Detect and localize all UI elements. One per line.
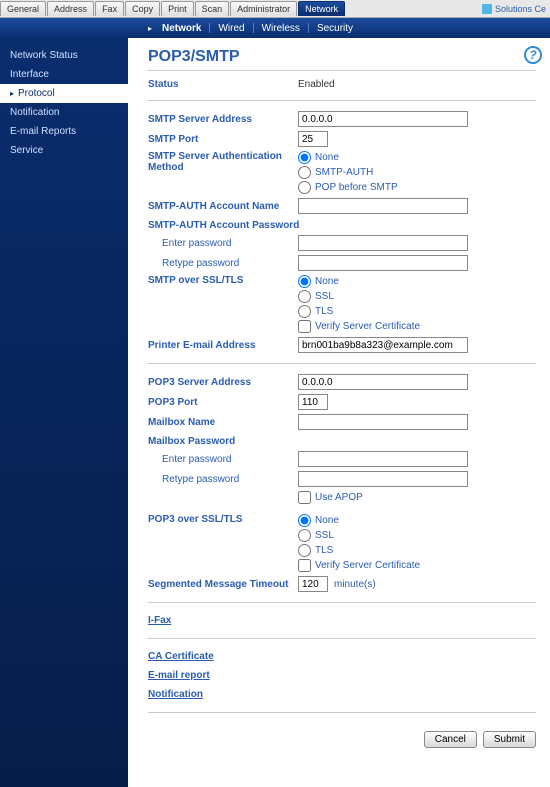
mailbox-label: Mailbox Name bbox=[148, 417, 298, 428]
sub-tab-security[interactable]: Security bbox=[309, 23, 361, 34]
mb-retype-pwd-label: Retype password bbox=[148, 474, 298, 485]
seg-timeout-label: Segmented Message Timeout bbox=[148, 579, 298, 590]
pop3-ssl-tls-radio[interactable]: TLS bbox=[298, 544, 420, 557]
pop3-port-label: POP3 Port bbox=[148, 397, 298, 408]
mb-pwd-input[interactable] bbox=[298, 451, 468, 467]
sidebar-item-service[interactable]: Service bbox=[0, 141, 128, 160]
notification-link[interactable]: Notification bbox=[148, 685, 203, 704]
sidebar-item-interface[interactable]: Interface bbox=[0, 65, 128, 84]
retype-pwd-label: Retype password bbox=[148, 258, 298, 269]
solutions-icon bbox=[482, 4, 492, 14]
top-tab-bar: GeneralAddressFaxCopyPrintScanAdministra… bbox=[0, 0, 550, 18]
printer-email-label: Printer E-mail Address bbox=[148, 340, 298, 351]
pop3-ssl-ssl-radio[interactable]: SSL bbox=[298, 529, 420, 542]
ifax-link[interactable]: I-Fax bbox=[148, 611, 171, 630]
smtp-port-input[interactable] bbox=[298, 131, 328, 147]
sub-tab-wired[interactable]: Wired bbox=[210, 23, 252, 34]
submit-button[interactable]: Submit bbox=[483, 731, 536, 748]
smtp-addr-input[interactable] bbox=[298, 111, 468, 127]
sidebar: Network StatusInterfaceProtocolNotificat… bbox=[0, 38, 128, 787]
page-title: POP3/SMTP bbox=[148, 48, 536, 71]
auth-none-radio[interactable]: None bbox=[298, 151, 398, 164]
smtp-auth-label: SMTP Server Authentication Method bbox=[148, 151, 298, 173]
mb-enter-pwd-label: Enter password bbox=[148, 454, 298, 465]
sub-tab-wireless[interactable]: Wireless bbox=[254, 23, 308, 34]
ca-cert-link[interactable]: CA Certificate bbox=[148, 647, 214, 666]
solutions-link[interactable]: Solutions Ce bbox=[482, 4, 550, 14]
minutes-unit: minute(s) bbox=[328, 579, 376, 590]
seg-timeout-input[interactable] bbox=[298, 576, 328, 592]
smtp-pwd-section: SMTP-AUTH Account Password bbox=[148, 216, 536, 233]
smtp-port-label: SMTP Port bbox=[148, 134, 298, 145]
top-tab-address[interactable]: Address bbox=[47, 1, 94, 16]
mailbox-pwd-section: Mailbox Password bbox=[148, 432, 536, 449]
top-tab-scan[interactable]: Scan bbox=[195, 1, 230, 16]
pop3-addr-label: POP3 Server Address bbox=[148, 377, 298, 388]
top-tab-copy[interactable]: Copy bbox=[125, 1, 160, 16]
smtp-pwd2-input[interactable] bbox=[298, 255, 468, 271]
smtp-pwd-input[interactable] bbox=[298, 235, 468, 251]
top-tab-fax[interactable]: Fax bbox=[95, 1, 124, 16]
smtp-ssl-none-radio[interactable]: None bbox=[298, 275, 420, 288]
mb-pwd2-input[interactable] bbox=[298, 471, 468, 487]
sidebar-item-notification[interactable]: Notification bbox=[0, 103, 128, 122]
pop3-port-input[interactable] bbox=[298, 394, 328, 410]
pop3-verify-check[interactable]: Verify Server Certificate bbox=[298, 559, 420, 572]
top-tab-general[interactable]: General bbox=[0, 1, 46, 16]
pop3-ssl-label: POP3 over SSL/TLS bbox=[148, 514, 298, 525]
status-label: Status bbox=[148, 79, 298, 90]
smtp-verify-check[interactable]: Verify Server Certificate bbox=[298, 320, 420, 333]
smtp-acct-input[interactable] bbox=[298, 198, 468, 214]
apop-check[interactable]: Use APOP bbox=[298, 491, 363, 504]
enter-pwd-label: Enter password bbox=[148, 238, 298, 249]
smtp-ssl-ssl-radio[interactable]: SSL bbox=[298, 290, 420, 303]
help-icon[interactable]: ? bbox=[524, 46, 542, 64]
top-tab-print[interactable]: Print bbox=[161, 1, 194, 16]
sidebar-item-protocol[interactable]: Protocol bbox=[0, 84, 128, 103]
top-tab-network[interactable]: Network bbox=[298, 1, 345, 16]
sidebar-item-e-mail-reports[interactable]: E-mail Reports bbox=[0, 122, 128, 141]
printer-email-input[interactable] bbox=[298, 337, 468, 353]
sub-tab-network[interactable]: Network bbox=[154, 23, 209, 34]
status-value: Enabled bbox=[298, 79, 335, 90]
auth-pop-radio[interactable]: POP before SMTP bbox=[298, 181, 398, 194]
sidebar-item-network-status[interactable]: Network Status bbox=[0, 46, 128, 65]
auth-smtp-radio[interactable]: SMTP-AUTH bbox=[298, 166, 398, 179]
smtp-acct-label: SMTP-AUTH Account Name bbox=[148, 201, 298, 212]
smtp-addr-label: SMTP Server Address bbox=[148, 114, 298, 125]
cancel-button[interactable]: Cancel bbox=[424, 731, 477, 748]
pop3-addr-input[interactable] bbox=[298, 374, 468, 390]
sub-tab-bar: ▸NetworkWiredWirelessSecurity bbox=[0, 18, 550, 38]
content-area: ? POP3/SMTP Status Enabled SMTP Server A… bbox=[128, 38, 550, 787]
smtp-ssl-label: SMTP over SSL/TLS bbox=[148, 275, 298, 286]
email-report-link[interactable]: E-mail report bbox=[148, 666, 210, 685]
top-tab-administrator[interactable]: Administrator bbox=[230, 1, 297, 16]
pop3-ssl-none-radio[interactable]: None bbox=[298, 514, 420, 527]
mailbox-input[interactable] bbox=[298, 414, 468, 430]
smtp-ssl-tls-radio[interactable]: TLS bbox=[298, 305, 420, 318]
